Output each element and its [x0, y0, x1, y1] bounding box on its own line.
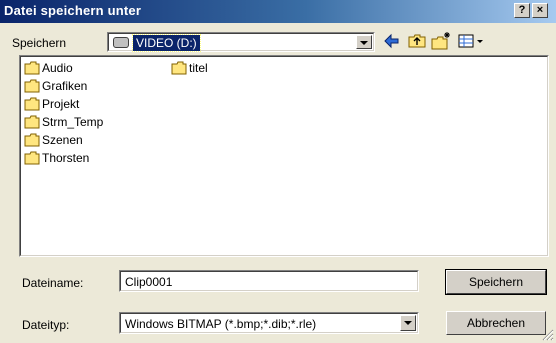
location-label: Speichern: [12, 36, 67, 50]
view-menu-icon[interactable]: [456, 31, 488, 51]
location-value: VIDEO (D:): [132, 34, 201, 52]
title-bar[interactable]: Datei speichern unter ? ×: [0, 0, 556, 23]
drive-icon: [113, 37, 129, 48]
folder-icon: [24, 79, 40, 93]
filename-label: Dateiname:: [22, 276, 84, 290]
up-folder-icon[interactable]: [406, 31, 428, 51]
save-button[interactable]: Speichern: [445, 269, 547, 295]
back-arrow-icon[interactable]: [381, 31, 403, 51]
list-item-label: Strm_Temp: [42, 115, 104, 129]
folder-icon: [24, 61, 40, 75]
filetype-combobox[interactable]: Windows BITMAP (*.bmp;*.dib;*.rle): [119, 312, 419, 334]
folder-icon: [24, 97, 40, 111]
save-as-dialog: Datei speichern unter ? × Speichern VIDE…: [0, 0, 556, 343]
list-item-label: titel: [189, 61, 208, 75]
filetype-dropdown-button[interactable]: [400, 315, 416, 331]
filetype-label: Dateityp:: [22, 318, 70, 332]
location-dropdown-button[interactable]: [356, 35, 372, 49]
folder-icon: [24, 115, 40, 129]
filename-input[interactable]: Clip0001: [119, 270, 419, 292]
folder-icon: [24, 133, 40, 147]
list-item-label: Szenen: [42, 133, 83, 147]
cancel-button[interactable]: Abbrechen: [446, 311, 546, 335]
close-button[interactable]: ×: [532, 3, 548, 18]
list-item-label: Grafiken: [42, 79, 88, 93]
dialog-title: Datei speichern unter: [4, 3, 142, 18]
filetype-value: Windows BITMAP (*.bmp;*.dib;*.rle): [125, 317, 317, 331]
help-button[interactable]: ?: [514, 3, 530, 18]
new-folder-icon[interactable]: [430, 31, 452, 51]
list-item-label: Audio: [42, 61, 73, 75]
location-combobox[interactable]: VIDEO (D:): [107, 32, 375, 52]
list-item-label: Projekt: [42, 97, 80, 111]
folder-icon: [24, 151, 40, 165]
list-item-label: Thorsten: [42, 151, 90, 165]
file-list[interactable]: Audio Grafiken Projekt Strm_Temp Szenen …: [19, 55, 549, 257]
folder-icon: [171, 61, 187, 75]
resize-grip-icon[interactable]: [542, 329, 554, 341]
